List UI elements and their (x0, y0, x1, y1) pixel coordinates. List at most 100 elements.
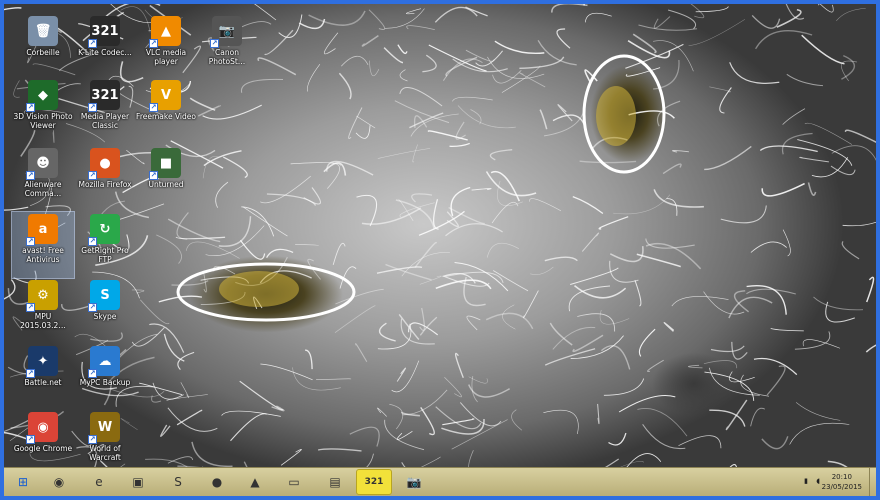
app-icon: 🗑 (28, 16, 58, 46)
shortcut-arrow-icon: ↗ (26, 237, 35, 246)
taskbar-store[interactable]: ▣ (121, 470, 155, 494)
desktop-icon[interactable]: 321 ↗ Media Player Classic (74, 78, 136, 144)
desktop-icon-label: Alienware Comma… (24, 180, 62, 198)
app-icon: a ↗ (26, 214, 58, 246)
clock-date: 23/05/2015 (821, 483, 862, 491)
start-button-icon: ⊞ (17, 475, 29, 489)
desktop-icon[interactable]: ◆ ↗ 3D Vision Photo Viewer (12, 78, 74, 144)
desktop-icon-label: VLC media player (145, 48, 187, 66)
desktop-icon[interactable]: 321 ↗ K-Lite Codec… (74, 14, 136, 80)
shortcut-arrow-icon: ↗ (88, 369, 97, 378)
shortcut-arrow-icon: ↗ (26, 103, 35, 112)
shortcut-arrow-icon: ↗ (88, 435, 97, 444)
media-player-classic-icon: 321 (364, 477, 384, 487)
desktop-icon-label: Unturned (148, 180, 184, 189)
desktop-icon[interactable]: 🗑 Corbeille (12, 14, 74, 80)
app-icon: ● ↗ (88, 148, 120, 180)
taskbar-internet-explorer[interactable]: e (82, 470, 116, 494)
desktop-icon[interactable]: ■ ↗ Unturned (135, 146, 197, 212)
shortcut-arrow-icon: ↗ (149, 171, 158, 180)
app-icon: ◆ ↗ (26, 80, 58, 112)
clock-time: 20:10 (831, 473, 852, 481)
desktop-icon-label: Canon PhotoSt… (208, 48, 246, 66)
desktop-icon-label: Freemake Video (136, 112, 196, 121)
shortcut-arrow-icon: ↗ (26, 435, 35, 444)
app-icon: W ↗ (88, 412, 120, 444)
store-icon: ▣ (132, 475, 144, 489)
desktop-icon-label: Corbeille (26, 48, 60, 57)
desktop-icon[interactable]: 📷 ↗ Canon PhotoSt… (196, 14, 258, 80)
desktop-icon-label: World of Warcraft (89, 444, 121, 462)
app-icon: ☻ ↗ (26, 148, 58, 180)
desktop-icon[interactable]: ☁ ↗ MyPC Backup (74, 344, 136, 410)
shortcut-arrow-icon: ↗ (88, 303, 97, 312)
shortcut-arrow-icon: ↗ (88, 103, 97, 112)
app-icon: ↻ ↗ (88, 214, 120, 246)
system-tray: ▮ ◖ 20:10 23/05/2015 (676, 468, 876, 496)
taskbar-firefox[interactable]: ● (200, 470, 234, 494)
app-icon: ☁ ↗ (88, 346, 120, 378)
shortcut-arrow-icon: ↗ (149, 39, 158, 48)
desktop-icon[interactable]: ↻ ↗ GetRight Pro FTP (74, 212, 136, 278)
desktop-icon[interactable]: ▲ ↗ VLC media player (135, 14, 197, 80)
network-icon[interactable]: ▮ (804, 477, 808, 485)
desktop-icon-label: Battle.net (24, 378, 62, 387)
taskbar-camera-app[interactable]: 📷 (397, 470, 431, 494)
app-window-icon: ▤ (329, 475, 341, 489)
desktop-icon-label: MyPC Backup (79, 378, 131, 387)
internet-explorer-icon: e (95, 475, 103, 489)
taskbar: ⊞ ◉ e ▣ S ● ▲ ▭ ▤ 321 📷 ▮ ◖ 20:10 23/05/2015 (4, 467, 876, 496)
desktop-icon-label: Mozilla Firefox (78, 180, 132, 189)
volume-icon[interactable]: ◖ (816, 477, 820, 485)
app-icon: ▲ ↗ (149, 16, 181, 48)
shortcut-arrow-icon: ↗ (26, 171, 35, 180)
chrome-icon: ◉ (53, 475, 65, 489)
desktop-icon[interactable]: a ↗ avast! Free Antivirus (11, 211, 75, 279)
firefox-icon: ● (211, 475, 223, 489)
vlc-icon: ▲ (250, 475, 260, 489)
shortcut-arrow-icon: ↗ (88, 171, 97, 180)
desktop-icon[interactable]: ✦ ↗ Battle.net (12, 344, 74, 410)
app-icon: 📷 ↗ (210, 16, 242, 48)
desktop-icon[interactable]: ● ↗ Mozilla Firefox (74, 146, 136, 212)
taskbar-skype[interactable]: S (161, 470, 195, 494)
taskbar-app-window[interactable]: ▤ (318, 470, 352, 494)
show-desktop-button[interactable] (869, 468, 876, 496)
shortcut-arrow-icon: ↗ (26, 303, 35, 312)
desktop-icon-label: K-Lite Codec… (78, 48, 132, 57)
shortcut-arrow-icon: ↗ (26, 369, 35, 378)
desktop-icon[interactable]: ⚙ ↗ MPU 2015.03.2… (12, 278, 74, 344)
camera-app-icon: 📷 (406, 475, 422, 489)
shortcut-arrow-icon: ↗ (149, 103, 158, 112)
clock[interactable]: 20:10 23/05/2015 (822, 472, 862, 492)
desktop-icon-label: GetRight Pro FTP (81, 246, 129, 264)
shortcut-arrow-icon: ↗ (88, 39, 97, 48)
file-explorer-icon: ▭ (288, 475, 300, 489)
taskbar-file-explorer[interactable]: ▭ (277, 470, 311, 494)
skype-icon: S (174, 475, 182, 489)
app-icon: 321 ↗ (88, 16, 120, 48)
desktop: 🗑 Corbeille 321 ↗ K-Lite Codec… ▲ ↗ VLC media p… (0, 0, 880, 500)
app-icon: ■ ↗ (149, 148, 181, 180)
desktop-icon-label: MPU 2015.03.2… (20, 312, 66, 330)
desktop-icon-label: Google Chrome (13, 444, 73, 453)
shortcut-arrow-icon: ↗ (88, 237, 97, 246)
desktop-icon-label: 3D Vision Photo Viewer (13, 112, 73, 130)
taskbar-vlc[interactable]: ▲ (238, 470, 272, 494)
desktop-icon-label: avast! Free Antivirus (22, 246, 64, 264)
app-icon: S ↗ (88, 280, 120, 312)
desktop-icon[interactable]: V ↗ Freemake Video (135, 78, 197, 144)
app-icon: V ↗ (149, 80, 181, 112)
app-icon: ◉ ↗ (26, 412, 58, 444)
taskbar-chrome[interactable]: ◉ (42, 470, 76, 494)
desktop-icon-label: Media Player Classic (80, 112, 130, 130)
taskbar-media-player-classic[interactable]: 321 (356, 469, 392, 495)
desktop-icon-label: Skype (93, 312, 117, 321)
app-icon: 321 ↗ (88, 80, 120, 112)
taskbar-start-button[interactable]: ⊞ (6, 470, 40, 494)
app-icon: ⚙ ↗ (26, 280, 58, 312)
desktop-icon[interactable]: ☻ ↗ Alienware Comma… (12, 146, 74, 212)
desktop-icon[interactable]: S ↗ Skype (74, 278, 136, 344)
shortcut-arrow-icon: ↗ (210, 39, 219, 48)
app-icon: ✦ ↗ (26, 346, 58, 378)
